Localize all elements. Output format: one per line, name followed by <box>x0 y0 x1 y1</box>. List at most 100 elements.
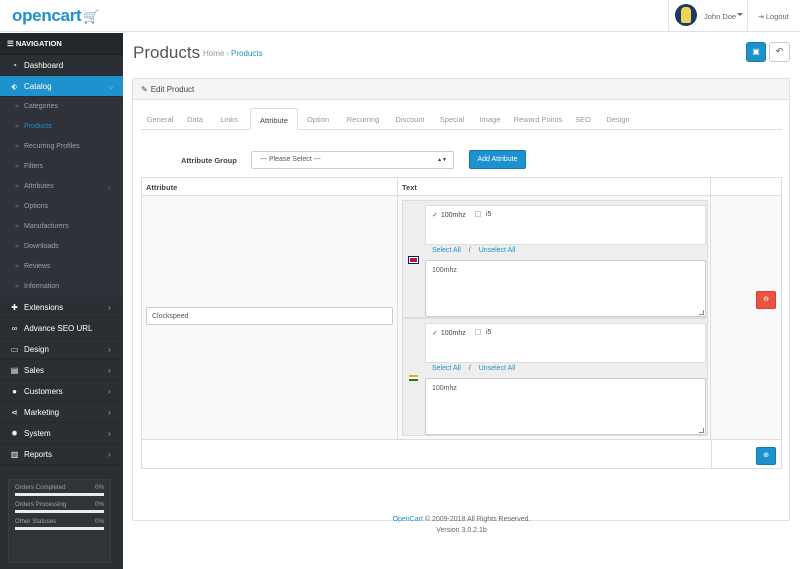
tab-links[interactable]: Links <box>211 108 247 130</box>
user-icon: ● <box>12 387 17 396</box>
option-100mhz[interactable]: ✓ 100mhz <box>432 329 466 337</box>
unselect-all-link[interactable]: Unselect All <box>479 247 516 254</box>
sidebar-item-downloads[interactable]: » Downloads <box>0 237 123 257</box>
select-all-link[interactable]: Select All <box>432 365 461 372</box>
page-title: Products <box>133 43 201 62</box>
option-checkbox-list: ✓ 100mhz i5 <box>425 205 706 245</box>
uk-flag-icon <box>408 256 419 264</box>
resize-handle-icon[interactable] <box>699 428 704 433</box>
option-i5[interactable]: i5 <box>475 211 491 218</box>
tab-image[interactable]: Image <box>473 108 507 130</box>
resize-handle-icon[interactable] <box>699 310 704 315</box>
chevron-right-icon: › <box>108 303 111 312</box>
breadcrumb: Home › Products <box>203 49 263 58</box>
tab-reward-points[interactable]: Reward Points <box>509 108 567 130</box>
sidebar-item-categories[interactable]: » Categories <box>0 97 123 117</box>
language-block-english: ✓ 100mhz i5 Select All / Unselect All 100mh… <box>402 200 708 318</box>
monitor-icon: ▭ <box>10 345 19 354</box>
edit-product-panel: ✎ Edit Product General Data Links Attribu… <box>132 78 790 521</box>
sidebar-item-advance-seo-url[interactable]: ∞ Advance SEO URL <box>0 318 123 339</box>
attribute-text-area[interactable]: 100mhz <box>425 378 706 435</box>
table-row: Clockspeed ✓ 100mhz i5 Select All / Unselec… <box>142 196 781 440</box>
sidebar-item-catalog[interactable]: ⬖ Catalog ⌄ <box>0 76 123 97</box>
attribute-text-area[interactable]: 100mhz <box>425 260 706 317</box>
progress-bar <box>15 527 104 530</box>
attribute-group-select[interactable]: --- Please Select --- ▲▼ <box>251 151 454 169</box>
opencart-logo[interactable]: opencart 🛒 <box>12 6 100 26</box>
column-header-action <box>711 178 781 196</box>
sidebar-item-information[interactable]: » Information <box>0 277 123 297</box>
user-menu[interactable]: John Doe <box>668 0 748 32</box>
sidebar-item-recurring-profiles[interactable]: » Recurring Profiles <box>0 137 123 157</box>
sidebar-item-system[interactable]: ✹ System › <box>0 423 123 444</box>
attribute-cell: Clockspeed <box>142 196 398 440</box>
sidebar-item-dashboard[interactable]: ◔ Dashboard <box>0 55 123 76</box>
sidebar-item-options[interactable]: » Options <box>0 197 123 217</box>
stat-orders-completed: Orders Completed 0% <box>15 484 104 501</box>
sidebar-item-sales[interactable]: ▤ Sales › <box>0 360 123 381</box>
opencart-link[interactable]: OpenCart <box>393 516 423 523</box>
sidebar-item-manufacturers[interactable]: » Manufacturers <box>0 217 123 237</box>
tab-option[interactable]: Option <box>299 108 337 130</box>
column-header-attribute: Attribute <box>142 178 398 196</box>
plus-circle-icon: ⊕ <box>763 452 769 459</box>
chevron-down-icon: ⌄ <box>108 82 115 91</box>
select-links: Select All / Unselect All <box>432 365 516 372</box>
share-icon: ⋖ <box>11 408 18 417</box>
chevron-right-icon: › <box>108 387 111 396</box>
language-block-india: ✓ 100mhz i5 Select All / Unselect All 100mh… <box>402 318 708 436</box>
save-button[interactable]: ▣ <box>746 42 766 62</box>
select-all-link[interactable]: Select All <box>432 247 461 254</box>
checkbox-icon <box>475 211 481 218</box>
sidebar-item-design[interactable]: ▭ Design › <box>0 339 123 360</box>
reply-icon: ↶ <box>775 46 784 56</box>
minus-circle-icon: ⊖ <box>763 296 769 303</box>
breadcrumb-products[interactable]: Products <box>231 49 263 58</box>
attribute-table: Attribute Text Clockspeed ✓ 100mhz i5 Se… <box>141 177 782 469</box>
tab-seo[interactable]: SEO <box>569 108 597 130</box>
logout-link[interactable]: ⇥ Logout <box>758 12 789 21</box>
select-links: Select All / Unselect All <box>432 247 516 254</box>
add-attribute-button[interactable]: Add Attribute <box>469 150 526 169</box>
nav-heading: ☰ NAVIGATION <box>0 33 123 55</box>
remove-attribute-button[interactable]: ⊖ <box>756 291 776 309</box>
option-checkbox-list: ✓ 100mhz i5 <box>425 323 706 363</box>
tab-special[interactable]: Special <box>433 108 471 130</box>
chevron-right-icon: › <box>108 183 111 192</box>
unselect-all-link[interactable]: Unselect All <box>479 365 516 372</box>
table-footer-row <box>142 440 781 468</box>
add-row-button[interactable]: ⊕ <box>756 447 776 465</box>
sidebar-item-reviews[interactable]: » Reviews <box>0 257 123 277</box>
india-flag-icon <box>409 375 418 381</box>
sidebar-item-reports[interactable]: ▥ Reports › <box>0 444 123 465</box>
back-button[interactable]: ↶ <box>769 42 790 62</box>
tab-general[interactable]: General <box>141 108 179 130</box>
text-cell: ✓ 100mhz i5 Select All / Unselect All 100mh… <box>398 196 711 440</box>
tab-design[interactable]: Design <box>599 108 637 130</box>
breadcrumb-home[interactable]: Home <box>203 49 224 58</box>
floppy-icon: ▣ <box>752 47 760 56</box>
tab-attribute[interactable]: Attribute <box>250 108 298 130</box>
logout-label: Logout <box>765 12 789 21</box>
sidebar-item-customers[interactable]: ● Customers › <box>0 381 123 402</box>
chevron-right-icon: › <box>108 345 111 354</box>
attribute-name-input[interactable]: Clockspeed <box>146 307 393 325</box>
version-text: Version 3.0.2.1b <box>436 527 487 534</box>
option-100mhz[interactable]: ✓ 100mhz <box>432 211 466 219</box>
sidebar-item-filters[interactable]: » Filters <box>0 157 123 177</box>
link-icon: ∞ <box>11 324 18 333</box>
catalog-submenu: » Categories » Products » Recurring Profile… <box>0 97 123 297</box>
sidebar-item-attributes[interactable]: » Attributes › <box>0 177 123 197</box>
tab-discount[interactable]: Discount <box>389 108 431 130</box>
tab-data[interactable]: Data <box>179 108 211 130</box>
cart-icon: ▤ <box>10 366 19 375</box>
chevron-right-icon: › <box>108 366 111 375</box>
tab-recurring[interactable]: Recurring <box>339 108 387 130</box>
puzzle-icon: ✚ <box>11 303 18 312</box>
sign-out-icon: ⇥ <box>758 14 764 21</box>
sidebar-item-extensions[interactable]: ✚ Extensions › <box>0 297 123 318</box>
option-i5[interactable]: i5 <box>475 329 491 336</box>
sidebar-item-marketing[interactable]: ⋖ Marketing › <box>0 402 123 423</box>
sidebar-item-products[interactable]: » Products <box>0 117 123 137</box>
pencil-icon: ✎ <box>141 85 148 94</box>
